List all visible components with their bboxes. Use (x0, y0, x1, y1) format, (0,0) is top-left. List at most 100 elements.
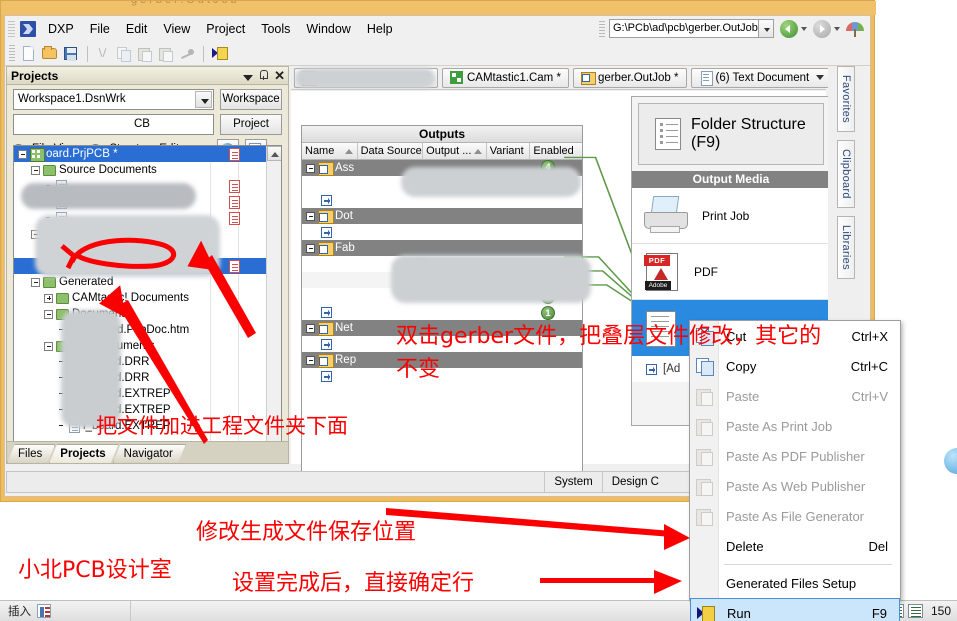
output-media-row-pdf[interactable]: PDF Adobe PDF (632, 244, 830, 300)
workspace-combo[interactable]: Workspace1.DsnWrk (13, 89, 214, 110)
context-menu-item-delete[interactable]: Delete Del (690, 531, 900, 561)
status-button-system[interactable]: System (544, 472, 601, 492)
draft-view-icon[interactable] (907, 604, 923, 618)
tree-node[interactable]: l_board.DRR (14, 370, 266, 386)
group-expander-icon[interactable] (306, 211, 315, 221)
document-tab-camtastic[interactable]: CAMtastic1.Cam * (442, 67, 569, 88)
panel-menu-caret-icon[interactable] (243, 75, 254, 81)
add-icon[interactable] (321, 194, 332, 206)
dock-tab-clipboard[interactable]: Clipboard (837, 139, 855, 208)
menu-item-help[interactable]: Help (359, 19, 401, 39)
project-combo[interactable]: CB (13, 114, 214, 135)
menu-grip-handle[interactable] (8, 21, 15, 37)
output-media-row-print-job[interactable]: Print Job (632, 188, 830, 244)
menu-item-project[interactable]: Project (198, 19, 253, 39)
path-dropdown-button[interactable] (759, 19, 774, 38)
outputs-group-row[interactable]: Fab (302, 240, 582, 256)
tree-expander-icon[interactable] (44, 341, 53, 351)
menu-item-dxp[interactable]: DXP (40, 19, 82, 39)
back-history-caret-icon[interactable] (801, 26, 807, 31)
menu-item-tools[interactable]: Tools (253, 19, 298, 39)
navigate-back-icon[interactable] (780, 19, 798, 38)
document-tab-text-document[interactable]: (6) Text Document (690, 67, 833, 88)
save-document-button[interactable] (61, 44, 81, 64)
tree-expander-icon[interactable] (44, 309, 53, 319)
document-tab-outjob[interactable]: gerber.OutJob * (572, 67, 687, 88)
open-folder-icon (42, 45, 57, 59)
outputs-add-row[interactable] (302, 224, 582, 240)
context-menu-accelerator: Del (868, 538, 888, 554)
folder-structure-button[interactable]: Folder Structure (F9) (638, 103, 824, 165)
context-menu-item-generated-files-setup[interactable]: Generated Files Setup (690, 568, 900, 598)
tree-node[interactable]: l_board.PcbDoc.htm (14, 322, 266, 338)
group-expander-icon[interactable] (306, 355, 315, 365)
tree-node[interactable]: l_board.DRR (14, 354, 266, 370)
column-label: Enabled (533, 145, 574, 157)
clear-filter-button[interactable] (177, 44, 197, 64)
column-header-enabled[interactable]: Enabled (530, 143, 582, 159)
tree-expander-icon[interactable] (31, 277, 40, 287)
menu-item-view[interactable]: View (155, 19, 198, 39)
panel-pin-icon[interactable] (258, 69, 269, 81)
group-expander-icon[interactable] (306, 323, 315, 333)
panel-close-icon[interactable]: ✕ (274, 69, 285, 82)
tree-expander-icon[interactable] (31, 165, 40, 175)
group-expander-icon[interactable] (306, 163, 315, 173)
menu-label: Tools (261, 22, 291, 36)
column-header-data-source[interactable]: Data Source (358, 143, 424, 159)
cut-button[interactable] (93, 44, 113, 64)
paste-special-button[interactable] (156, 44, 176, 64)
outputs-group-label: Ass (335, 162, 355, 174)
add-icon[interactable] (321, 338, 332, 350)
run-outjob-button[interactable] (209, 44, 229, 64)
tree-node[interactable]: Source Documents (14, 162, 266, 178)
copy-button[interactable] (114, 44, 134, 64)
paste-button[interactable] (135, 44, 155, 64)
new-document-button[interactable] (19, 44, 39, 64)
dock-tab-libraries[interactable]: Libraries (837, 215, 855, 279)
column-header-name[interactable]: Name (302, 143, 358, 159)
path-grip-handle[interactable] (599, 20, 605, 37)
add-icon[interactable] (321, 226, 332, 238)
paste-special-icon (159, 47, 173, 62)
camtastic-icon (450, 71, 463, 84)
tree-expander-icon[interactable] (18, 149, 27, 159)
group-expander-icon[interactable] (306, 243, 315, 253)
menu-item-window[interactable]: Window (298, 19, 358, 39)
altium-umbrella-icon[interactable] (846, 20, 864, 38)
document-tab-caret-icon[interactable] (816, 75, 825, 80)
add-icon[interactable] (321, 306, 332, 318)
menu-item-edit[interactable]: Edit (118, 19, 156, 39)
outputs-add-row[interactable] (302, 368, 582, 384)
workspace-dropdown-arrow-icon[interactable] (195, 91, 212, 108)
column-label: Name (305, 145, 335, 157)
panel-tab-projects[interactable]: Projects (49, 444, 118, 463)
tree-node[interactable]: l_board.EXTREP (14, 386, 266, 402)
dock-tab-favorites[interactable]: Favorites (837, 66, 855, 132)
tree-node[interactable]: Documents (14, 306, 266, 322)
track-changes-icon[interactable] (37, 604, 51, 618)
status-button-design-compiler[interactable]: Design C (601, 472, 668, 492)
outputs-group-row[interactable]: Dot (302, 208, 582, 224)
navigate-forward-icon[interactable] (813, 19, 831, 38)
tree-node[interactable]: Text Documents (14, 338, 266, 354)
tree-scroll-up-icon[interactable] (267, 146, 281, 161)
open-document-button[interactable] (40, 44, 60, 64)
path-input[interactable]: G:\PCb\ad\pcb\gerber.OutJob (609, 19, 759, 38)
toolbar-grip-handle[interactable] (9, 45, 15, 62)
panel-tab-files[interactable]: Files (7, 444, 55, 463)
column-header-output[interactable]: Output ... (423, 143, 487, 159)
tree-node[interactable]: CAMtastic! Documents (14, 290, 266, 306)
outputs-group-row[interactable]: Rep (302, 352, 582, 368)
panel-tab-navigator[interactable]: Navigator (113, 444, 186, 463)
context-menu-item-copy[interactable]: Copy Ctrl+C (690, 351, 900, 381)
tree-node[interactable]: oard.PrjPCB * (14, 146, 266, 162)
forward-history-caret-icon[interactable] (834, 26, 840, 31)
menu-item-file[interactable]: File (82, 19, 118, 39)
add-icon[interactable] (321, 370, 332, 382)
project-button[interactable]: Project (220, 114, 282, 135)
context-menu-item-run[interactable]: Run F9 (690, 598, 900, 621)
tree-expander-icon[interactable] (44, 293, 53, 303)
workspace-button[interactable]: Workspace (220, 89, 282, 110)
column-header-variant[interactable]: Variant (487, 143, 531, 159)
